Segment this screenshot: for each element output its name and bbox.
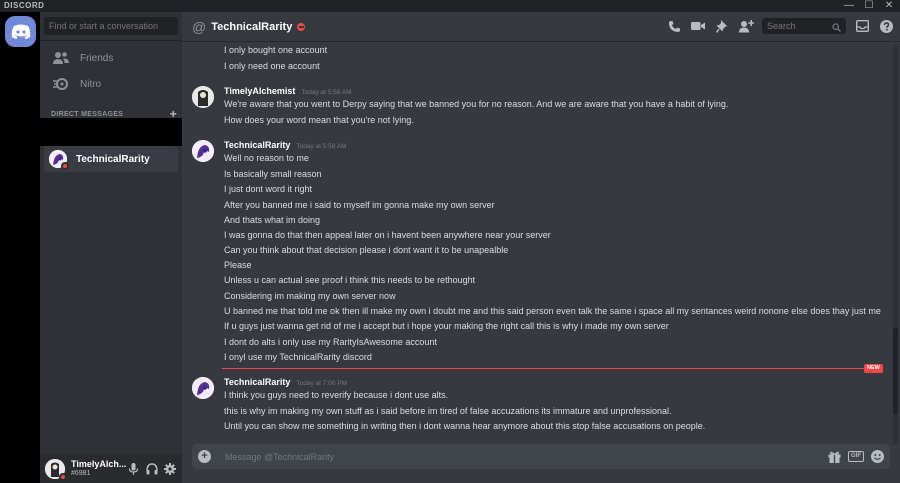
add-friend-to-dm-icon[interactable] — [738, 18, 754, 34]
message-header: TechnicalRarity Today at 5:58 AM — [224, 140, 347, 150]
message-line: Unless u can actual see proof i think th… — [224, 275, 476, 285]
dnd-status-icon — [59, 472, 67, 481]
new-messages-badge: NEW — [864, 364, 883, 373]
message-avatar[interactable] — [192, 377, 214, 399]
message-line: Is basically small reason — [224, 169, 322, 179]
message-line: Until you can show me something in writi… — [224, 421, 706, 431]
dm-item-name: TechnicalRarity — [76, 153, 150, 165]
message-line: this is why im making my own stuff as i … — [224, 406, 672, 416]
message-author[interactable]: TechnicalRarity — [224, 140, 290, 150]
help-icon[interactable] — [878, 18, 894, 34]
home-button[interactable] — [5, 16, 36, 47]
dm-item-technicalrarity[interactable]: TechnicalRarity — [44, 146, 178, 172]
current-username: TimelyAlch... — [71, 458, 127, 469]
message-line: If u guys just wanna get rid of me i acc… — [224, 321, 669, 331]
sidebar-item-friends[interactable]: Friends — [44, 46, 178, 70]
pin-icon[interactable] — [714, 18, 730, 34]
headphones-icon[interactable] — [145, 462, 158, 475]
title-bar: DISCORD — ☐ ✕ — [0, 0, 900, 12]
inbox-icon[interactable] — [854, 18, 870, 34]
voice-call-icon[interactable] — [666, 18, 682, 34]
message-input[interactable] — [225, 451, 828, 462]
gift-icon[interactable] — [828, 451, 841, 463]
search-icon — [832, 21, 841, 35]
nitro-icon — [52, 75, 70, 93]
message-header: TimelyAlchemist Today at 5:58 AM — [224, 86, 352, 96]
settings-gear-icon[interactable] — [163, 462, 176, 475]
sidebar-item-nitro[interactable]: Nitro — [44, 72, 178, 96]
message-line: Please — [224, 260, 252, 270]
message-line: I think you guys need to reverify becaus… — [224, 390, 449, 400]
dm-list-blank — [40, 118, 182, 146]
message-line: After you banned me i said to myself im … — [224, 200, 495, 210]
message-author[interactable]: TechnicalRarity — [224, 377, 290, 387]
current-user-tag: #6981 — [71, 469, 91, 477]
message-author[interactable]: TimelyAlchemist — [224, 86, 295, 96]
user-panel: TimelyAlch... #6981 — [40, 454, 182, 483]
message-line: Can you think about that decision please… — [224, 245, 509, 255]
server-rail — [0, 12, 40, 483]
message-timestamp: Today at 5:58 AM — [301, 89, 352, 96]
message-line: I was gonna do that then appeal later on… — [224, 230, 551, 240]
message-timestamp: Today at 7:00 PM — [296, 380, 347, 387]
maximize-button[interactable]: ☐ — [862, 0, 876, 12]
friends-icon — [52, 49, 70, 67]
gif-picker-button[interactable]: GIF — [848, 451, 864, 462]
message-line: I onyl use my TechnicalRarity discord — [224, 352, 372, 362]
message-line: I just dont word it right — [224, 184, 313, 194]
message-list: I only bought one account I only need on… — [182, 43, 892, 443]
sidebar-divider — [40, 40, 182, 41]
user-avatar[interactable] — [45, 458, 67, 481]
message-line: U banned me that told me ok then ill mak… — [224, 306, 881, 316]
new-messages-divider — [222, 368, 882, 369]
message-line: I only bought one account — [224, 45, 328, 55]
message-avatar[interactable] — [192, 86, 214, 108]
dnd-status-icon — [61, 162, 69, 170]
dm-header-label: DIRECT MESSAGES — [51, 110, 124, 118]
message-line: I only need one account — [224, 61, 320, 71]
close-window-button[interactable]: ✕ — [882, 0, 896, 12]
chat-title: TechnicalRarity — [211, 20, 293, 33]
app-brand: DISCORD — [4, 1, 45, 10]
sidebar-item-label: Nitro — [80, 78, 102, 90]
conversation-search-input[interactable] — [44, 17, 178, 35]
microphone-icon[interactable] — [127, 462, 140, 475]
message-line: Well no reason to me — [224, 153, 309, 163]
message-line: I dont do alts i only use my RarityIsAwe… — [224, 337, 437, 347]
chat-search — [762, 18, 846, 34]
minimize-button[interactable]: — — [842, 0, 856, 12]
dm-sidebar: Friends Nitro DIRECT MESSAGES + Technica… — [40, 12, 182, 483]
message-composer: + GIF — [192, 444, 890, 469]
avatar — [49, 150, 69, 170]
video-call-icon[interactable] — [690, 18, 706, 34]
upload-plus-icon[interactable]: + — [198, 450, 211, 463]
message-header: TechnicalRarity Today at 7:00 PM — [224, 377, 347, 387]
message-line: We're aware that you went to Derpy sayin… — [224, 99, 729, 109]
dnd-status-icon — [297, 22, 306, 31]
chat-area: @ TechnicalRarity I only bought one acco… — [182, 12, 900, 483]
emoji-icon[interactable] — [871, 450, 884, 463]
scrollbar-thumb[interactable] — [893, 328, 898, 414]
sidebar-item-label: Friends — [80, 52, 114, 64]
message-avatar[interactable] — [192, 140, 214, 162]
discord-logo-icon — [11, 24, 30, 39]
message-timestamp: Today at 5:58 AM — [296, 143, 347, 150]
message-line: Considering im making my own server now — [224, 291, 396, 301]
chat-header: @ TechnicalRarity — [182, 12, 900, 42]
message-line: And thats what im doing — [224, 215, 321, 225]
message-line: How does your word mean that you're not … — [224, 115, 414, 125]
at-symbol: @ — [192, 18, 207, 35]
